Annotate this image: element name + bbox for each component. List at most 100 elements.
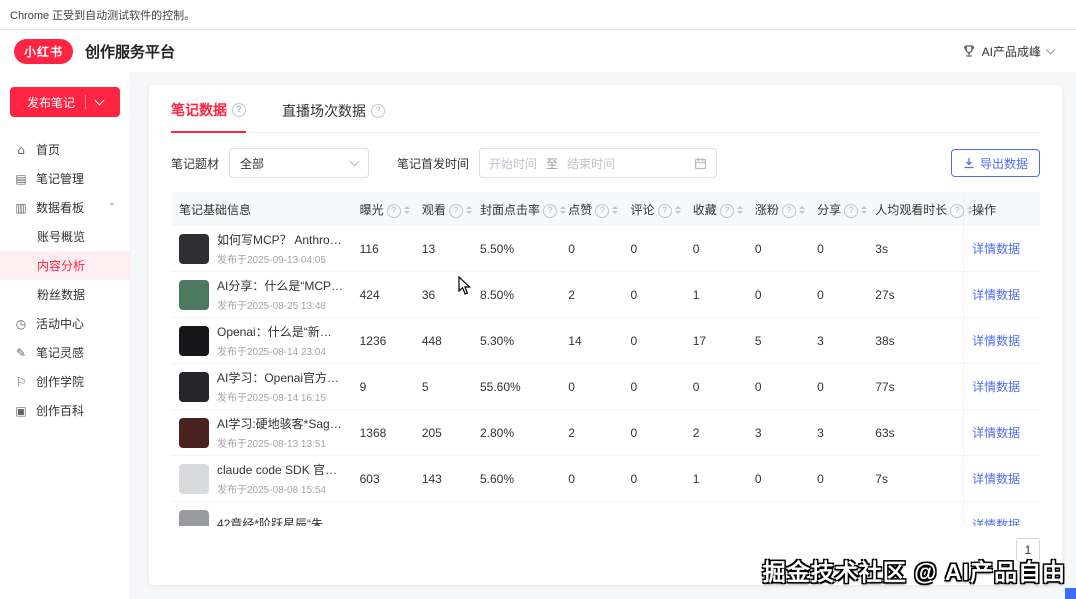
sidebar-item-创作百科[interactable]: ▣创作百科 bbox=[0, 396, 130, 425]
activity-center-icon: ◷ bbox=[14, 317, 28, 331]
table-row[interactable]: 如何写MCP？ Anthropic 官... 发布于2025-09-13 04:… bbox=[171, 226, 1040, 272]
start-time-input[interactable]: 开始时间 bbox=[489, 155, 537, 172]
sidebar-item-粉丝数据[interactable]: 粉丝数据 bbox=[0, 280, 130, 309]
publish-note-button[interactable]: 发布笔记 bbox=[10, 87, 120, 117]
table-header-row: 笔记基础信息曝光观看封面点击率点赞评论收藏涨粉分享人均观看时长操作 bbox=[171, 192, 1040, 226]
column-label: 观看 bbox=[422, 203, 446, 217]
note-title: Openai：什么是“新代码”? bbox=[217, 323, 344, 340]
new-fans-value: 0 bbox=[747, 226, 809, 272]
sidebar-item-创作学院[interactable]: ⚐创作学院 bbox=[0, 367, 130, 396]
xiaohongshu-logo[interactable]: 小红书 bbox=[14, 39, 73, 64]
sidebar-item-笔记灵感[interactable]: ✎笔记灵感 bbox=[0, 338, 130, 367]
topic-select[interactable]: 全部 bbox=[229, 148, 369, 178]
avg-watch-time-value: 27s bbox=[867, 272, 963, 318]
sort-icon[interactable] bbox=[675, 206, 681, 214]
note-publish-date: 发布于2025-08-08 15:54 bbox=[217, 481, 344, 496]
note-thumbnail bbox=[179, 234, 209, 264]
sort-icon[interactable] bbox=[560, 206, 566, 214]
info-icon[interactable] bbox=[658, 204, 672, 218]
table-row[interactable]: AI分享：什么是“MCP”，way... 发布于2025-08-25 13:48… bbox=[171, 272, 1040, 318]
column-header-笔记基础信息: 笔记基础信息 bbox=[171, 192, 352, 226]
likes-value: 2 bbox=[560, 410, 622, 456]
cover-ctr-value: 5.30% bbox=[472, 318, 560, 364]
info-icon[interactable] bbox=[950, 204, 964, 218]
likes-value: 0 bbox=[560, 456, 622, 502]
sidebar-item-数据看板[interactable]: ▥数据看板⌃ bbox=[0, 193, 130, 222]
chevron-down-icon bbox=[1046, 45, 1056, 55]
export-data-button[interactable]: 导出数据 bbox=[951, 149, 1040, 177]
info-icon[interactable] bbox=[543, 204, 557, 218]
sort-icon[interactable] bbox=[404, 206, 410, 214]
end-time-input[interactable]: 结束时间 bbox=[567, 155, 615, 172]
sidebar-item-活动中心[interactable]: ◷活动中心 bbox=[0, 309, 130, 338]
shares-value bbox=[809, 502, 867, 527]
info-icon[interactable] bbox=[371, 104, 385, 118]
detail-data-link[interactable]: 详情数据 bbox=[972, 518, 1020, 526]
inspiration-icon: ✎ bbox=[14, 346, 28, 360]
column-label: 笔记基础信息 bbox=[179, 203, 251, 217]
detail-data-link[interactable]: 详情数据 bbox=[972, 426, 1020, 440]
detail-data-link[interactable]: 详情数据 bbox=[972, 380, 1020, 394]
column-header-涨粉[interactable]: 涨粉 bbox=[747, 192, 809, 226]
note-manage-icon: ▤ bbox=[14, 172, 28, 186]
new-fans-value: 3 bbox=[747, 410, 809, 456]
info-icon[interactable] bbox=[595, 204, 609, 218]
comments-value: 0 bbox=[623, 410, 685, 456]
column-header-观看[interactable]: 观看 bbox=[414, 192, 472, 226]
column-header-分享[interactable]: 分享 bbox=[809, 192, 867, 226]
table-row[interactable]: AI学习:硬地骇客*Saga,红海市... 发布于2025-08-13 13:5… bbox=[171, 410, 1040, 456]
info-icon[interactable] bbox=[232, 103, 246, 117]
sort-icon[interactable] bbox=[466, 206, 472, 214]
date-range-picker[interactable]: 开始时间 至 结束时间 bbox=[479, 148, 717, 178]
sort-icon[interactable] bbox=[612, 206, 618, 214]
column-header-收藏[interactable]: 收藏 bbox=[685, 192, 747, 226]
sort-icon[interactable] bbox=[861, 206, 867, 214]
sort-icon[interactable] bbox=[799, 206, 805, 214]
info-icon[interactable] bbox=[449, 204, 463, 218]
info-icon[interactable] bbox=[387, 204, 401, 218]
user-menu[interactable]: AI产品成峰 bbox=[962, 43, 1054, 60]
info-icon[interactable] bbox=[782, 204, 796, 218]
new-fans-value: 0 bbox=[747, 272, 809, 318]
button-divider bbox=[85, 95, 86, 109]
column-header-人均观看时长[interactable]: 人均观看时长 bbox=[867, 192, 963, 226]
comments-value: 0 bbox=[623, 226, 685, 272]
exposure-value: 1368 bbox=[352, 410, 414, 456]
table-row[interactable]: Openai：什么是“新代码”? 发布于2025-08-14 23:04 123… bbox=[171, 318, 1040, 364]
sidebar-item-label: 创作学院 bbox=[36, 373, 84, 390]
user-name: AI产品成峰 bbox=[982, 43, 1041, 60]
likes-value bbox=[560, 502, 622, 527]
table-row[interactable]: AI学习：Openai官方说明，什... 发布于2025-08-14 16:15… bbox=[171, 364, 1040, 410]
table-row[interactable]: 42章经*阶跃星辰“朱亦博”分... 详情数据 bbox=[171, 502, 1040, 527]
column-header-点赞[interactable]: 点赞 bbox=[560, 192, 622, 226]
tab-live-session-data[interactable]: 直播场次数据 bbox=[282, 100, 385, 133]
detail-data-link[interactable]: 详情数据 bbox=[972, 334, 1020, 348]
comments-value: 0 bbox=[623, 272, 685, 318]
encyclopedia-icon: ▣ bbox=[14, 404, 28, 418]
sidebar-item-内容分析[interactable]: 内容分析 bbox=[0, 251, 130, 280]
detail-data-link[interactable]: 详情数据 bbox=[972, 242, 1020, 256]
notes-table: 笔记基础信息曝光观看封面点击率点赞评论收藏涨粉分享人均观看时长操作 如何写MCP… bbox=[171, 192, 1040, 526]
sidebar-item-label: 内容分析 bbox=[37, 257, 85, 274]
table-row[interactable]: claude code SDK 官方实践 发布于2025-08-08 15:54… bbox=[171, 456, 1040, 502]
shares-value: 0 bbox=[809, 364, 867, 410]
column-header-评论[interactable]: 评论 bbox=[623, 192, 685, 226]
views-value: 13 bbox=[414, 226, 472, 272]
sidebar-item-首页[interactable]: ⌂首页 bbox=[0, 135, 130, 164]
note-thumbnail bbox=[179, 372, 209, 402]
sidebar-item-笔记管理[interactable]: ▤笔记管理 bbox=[0, 164, 130, 193]
data-card: 笔记数据 直播场次数据 笔记题材 全部 笔记首发时间 开始时间 至 bbox=[149, 85, 1062, 585]
tab-notes-data[interactable]: 笔记数据 bbox=[171, 100, 246, 133]
column-header-封面点击率[interactable]: 封面点击率 bbox=[472, 192, 560, 226]
sort-icon[interactable] bbox=[737, 206, 743, 214]
detail-data-link[interactable]: 详情数据 bbox=[972, 288, 1020, 302]
sidebar-item-账号概览[interactable]: 账号概览 bbox=[0, 222, 130, 251]
column-header-曝光[interactable]: 曝光 bbox=[352, 192, 414, 226]
detail-data-link[interactable]: 详情数据 bbox=[972, 472, 1020, 486]
cover-ctr-value: 5.60% bbox=[472, 456, 560, 502]
info-icon[interactable] bbox=[720, 204, 734, 218]
column-label: 收藏 bbox=[693, 203, 717, 217]
views-value: 448 bbox=[414, 318, 472, 364]
info-icon[interactable] bbox=[844, 204, 858, 218]
calendar-icon bbox=[694, 157, 707, 170]
